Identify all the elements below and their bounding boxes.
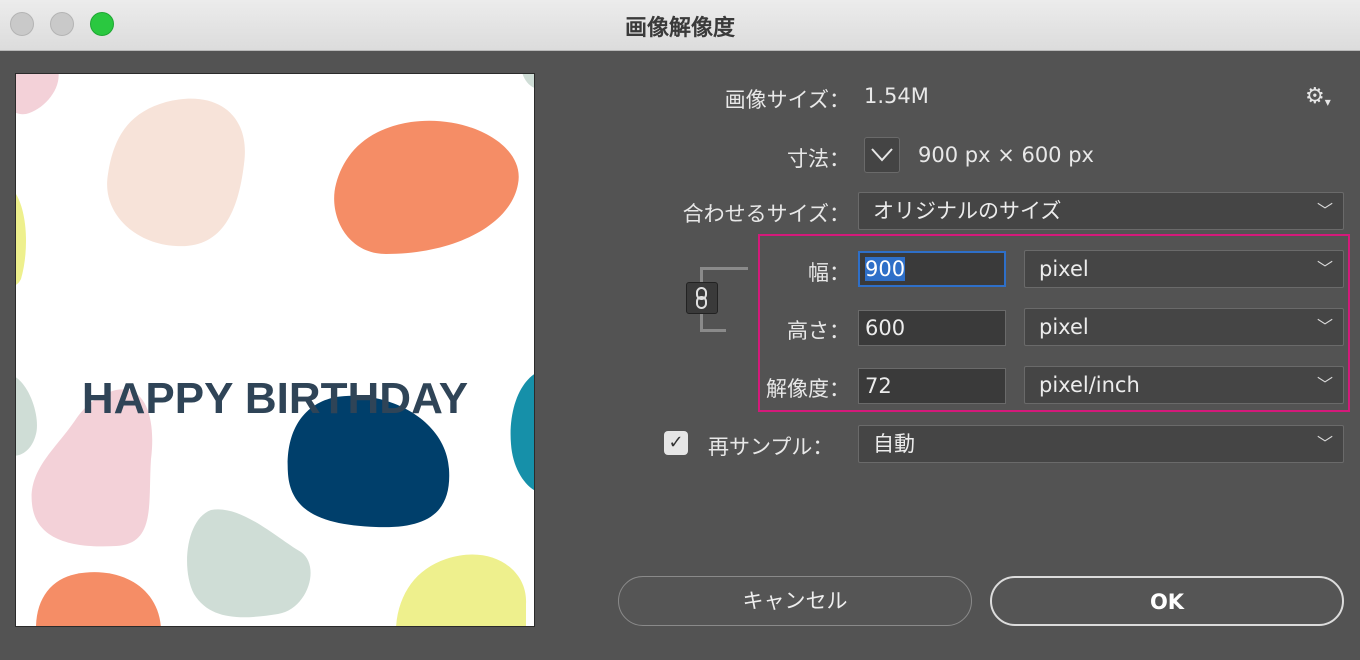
resample-checkbox[interactable]: ✓ xyxy=(664,431,688,455)
dimensions-label: 寸法： xyxy=(787,147,850,171)
resample-select[interactable]: 自動 ﹀ xyxy=(858,425,1344,463)
resolution-label: 解像度： xyxy=(766,377,850,401)
gear-icon[interactable]: ⚙▾ xyxy=(1305,84,1331,109)
height-unit-select[interactable]: pixel ﹀ xyxy=(1024,308,1344,346)
width-input[interactable]: 900 xyxy=(858,251,1006,287)
chevron-down-icon: ﹀ xyxy=(1316,317,1333,336)
width-unit-select[interactable]: pixel ﹀ xyxy=(1024,250,1344,288)
width-label: 幅： xyxy=(808,261,850,285)
fit-to-select[interactable]: オリジナルのサイズ ﹀ xyxy=(858,192,1344,230)
dimensions-dropdown-button[interactable] xyxy=(864,137,900,173)
chevron-down-icon: ﹀ xyxy=(1316,259,1333,278)
window-title: 画像解像度 xyxy=(624,16,735,41)
image-preview[interactable]: HAPPY BIRTHDAY xyxy=(15,73,535,627)
resolution-value: 72 xyxy=(865,374,892,398)
constrain-proportions-link-icon[interactable] xyxy=(686,282,718,314)
resolution-unit-select[interactable]: pixel/inch ﹀ xyxy=(1024,366,1344,404)
height-input[interactable]: 600 xyxy=(858,310,1006,346)
link-bracket-top xyxy=(700,267,748,270)
dimensions-value: 900 px × 600 px xyxy=(918,143,1094,167)
chevron-down-icon xyxy=(871,148,893,162)
preview-artwork xyxy=(16,74,534,626)
birthday-text: HAPPY BIRTHDAY xyxy=(81,374,469,423)
height-label: 高さ： xyxy=(787,319,850,343)
title-bar: 画像解像度 xyxy=(0,0,1360,51)
height-value: 600 xyxy=(865,316,906,340)
resample-value: 自動 xyxy=(873,432,915,456)
cancel-button[interactable]: キャンセル xyxy=(618,576,972,626)
chevron-down-icon: ﹀ xyxy=(1316,434,1333,453)
chevron-down-icon: ﹀ xyxy=(1316,375,1333,394)
height-unit: pixel xyxy=(1039,315,1089,339)
chain-link-icon xyxy=(696,287,707,309)
fit-to-label: 合わせるサイズ： xyxy=(682,202,850,226)
width-unit: pixel xyxy=(1039,257,1089,281)
fit-to-value: オリジナルのサイズ xyxy=(873,199,1062,223)
image-size-label: 画像サイズ： xyxy=(724,88,850,112)
ok-button[interactable]: OK xyxy=(990,576,1344,626)
resolution-unit: pixel/inch xyxy=(1039,373,1140,397)
resolution-input[interactable]: 72 xyxy=(858,368,1006,404)
chevron-down-icon: ﹀ xyxy=(1316,201,1333,220)
link-bracket-bottom xyxy=(700,329,726,332)
resample-label: 再サンプル： xyxy=(708,435,834,459)
image-size-value: 1.54M xyxy=(864,84,929,108)
width-value: 900 xyxy=(865,257,906,281)
